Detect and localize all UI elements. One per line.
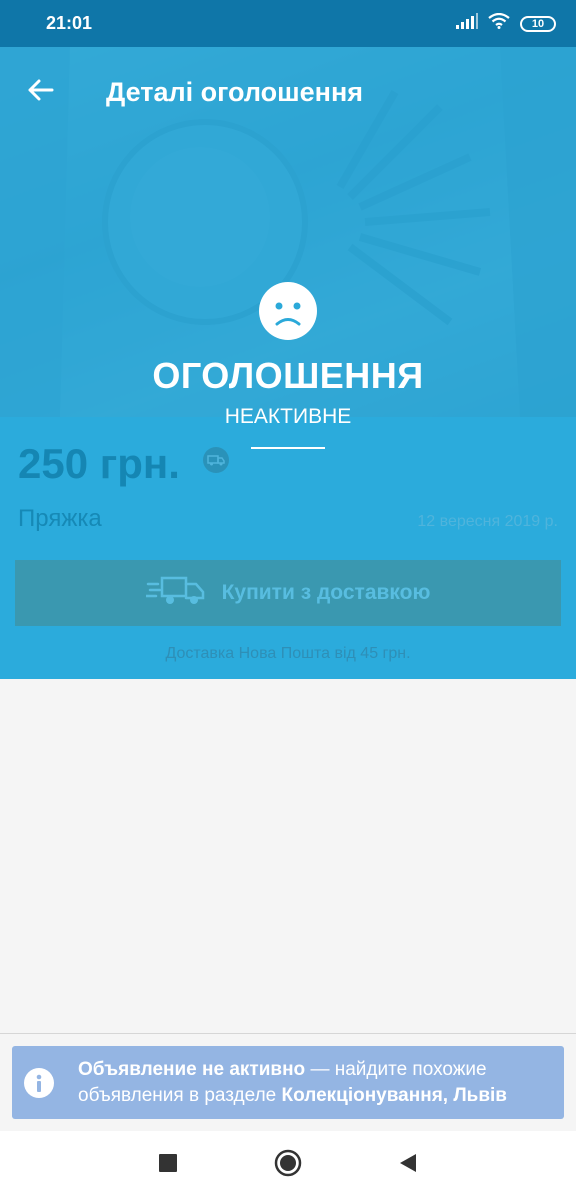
- sad-face-icon: [259, 282, 317, 340]
- banner-category-link[interactable]: Колекціонування, Львів: [282, 1085, 507, 1106]
- back-icon: [398, 1153, 418, 1178]
- buy-button-label: Купити з доставкою: [221, 581, 431, 604]
- status-icons: 10: [456, 12, 556, 34]
- status-bar: 21:01 10: [0, 0, 576, 47]
- system-nav-bar: [0, 1131, 576, 1200]
- fast-delivery-truck-icon: [144, 574, 206, 612]
- divider: [0, 1033, 576, 1034]
- page-title: Деталі оголошення: [106, 76, 364, 107]
- delivery-note: Доставка Нова Пошта від 45 грн.: [165, 645, 411, 662]
- wifi-icon: [488, 12, 510, 34]
- recent-apps-button[interactable]: [108, 1131, 228, 1200]
- back-nav-button[interactable]: [348, 1131, 468, 1200]
- battery-level: 10: [531, 17, 545, 30]
- battery-icon: 10: [520, 15, 556, 32]
- inactive-title: ОГОЛОШЕННЯ: [152, 355, 424, 396]
- banner-text: Объявление не активно — найдите похожие …: [78, 1057, 552, 1109]
- listing-price: 250 грн.: [18, 440, 180, 487]
- divider: [251, 447, 325, 449]
- delivery-truck-icon: [203, 447, 229, 473]
- buy-with-delivery-button[interactable]: Купити з доставкою: [15, 560, 561, 626]
- recent-apps-icon: [159, 1154, 177, 1177]
- home-icon: [274, 1149, 302, 1182]
- signal-icon: [456, 13, 478, 34]
- back-button[interactable]: [0, 47, 80, 137]
- listing-header: Деталі оголошення ОГОЛОШЕННЯ НЕАКТИВНЕ 2…: [0, 47, 576, 679]
- listing-title: Пряжка: [18, 505, 102, 532]
- banner-bold-text: Объявление не активно: [78, 1058, 306, 1080]
- info-icon: [24, 1067, 54, 1098]
- home-button[interactable]: [228, 1131, 348, 1200]
- status-time: 21:01: [46, 13, 93, 33]
- toolbar: Деталі оголошення: [0, 47, 576, 137]
- arrow-left-icon: [26, 78, 54, 107]
- inactive-subtitle: НЕАКТИВНЕ: [224, 405, 352, 428]
- listing-date: 12 вересня 2019 р.: [417, 513, 558, 530]
- inactive-info-banner[interactable]: Объявление не активно — найдите похожие …: [12, 1046, 564, 1119]
